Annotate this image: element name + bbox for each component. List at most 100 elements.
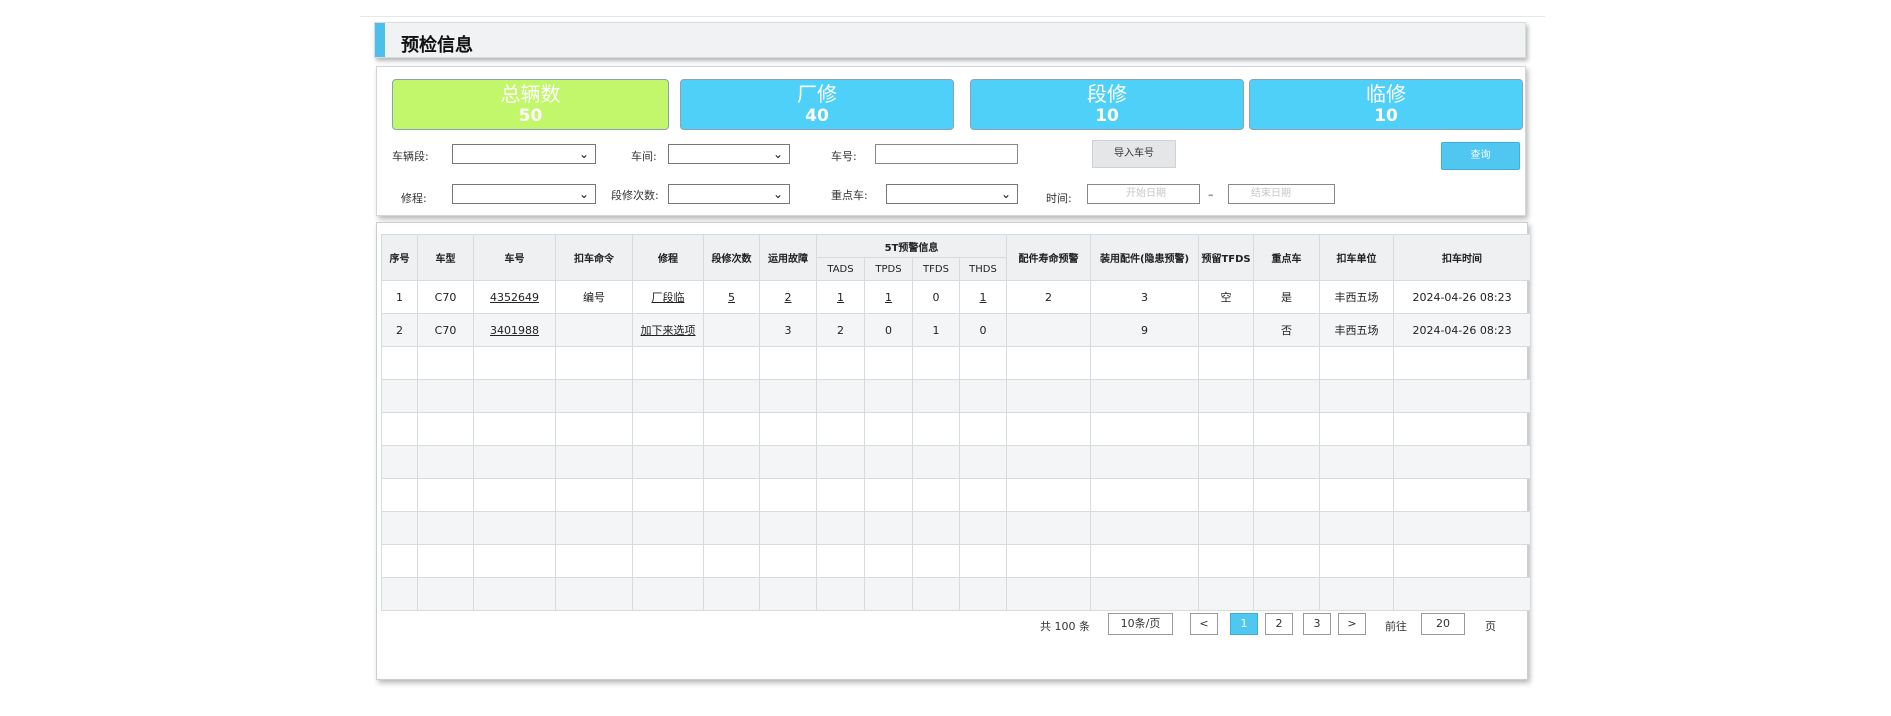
top-divider: [360, 16, 1545, 17]
car-no-label: 车号:: [831, 150, 857, 163]
cell-installed-parts: 3: [1090, 280, 1200, 314]
workshop-select[interactable]: ⌄: [668, 144, 790, 164]
cell-detain-unit: 丰西五场: [1319, 313, 1395, 347]
col-header-repair-count: 段修次数: [703, 234, 760, 281]
page-button-3[interactable]: 3: [1303, 613, 1331, 635]
cell-retained-tfds: 空: [1198, 280, 1255, 314]
page-suffix-label: 页: [1485, 620, 1496, 633]
col-header-installed-parts: 装用配件(隐患预警): [1090, 234, 1200, 281]
summary-card-title: 厂修: [797, 82, 837, 106]
cell-seq: 1: [381, 280, 418, 314]
depot-select[interactable]: ⌄: [452, 144, 596, 164]
repair-label: 修程:: [401, 192, 427, 205]
chevron-down-icon: ⌄: [772, 147, 783, 161]
key-car-select[interactable]: ⌄: [886, 184, 1018, 204]
cell-car-no-link[interactable]: 4352649: [473, 280, 556, 314]
repair-select[interactable]: ⌄: [452, 184, 596, 204]
cell-car-no-link[interactable]: 3401988: [473, 313, 556, 347]
col-header-op-fault: 运用故障: [759, 234, 817, 281]
col-header-seq: 序号: [381, 234, 418, 281]
col-header-5t-group: 5T预警信息: [815, 234, 1008, 258]
results-panel: 序号 车型 车号 扣车命令 修程 段修次数 运用故障 5T预警信息 配件寿命预警…: [376, 222, 1532, 680]
section-header: 预检信息: [374, 22, 1526, 58]
table-row-empty: [381, 544, 1532, 578]
col-header-tpds: TPDS: [864, 257, 913, 281]
cell-thds-link[interactable]: 1: [958, 280, 1008, 314]
chevron-down-icon: ⌄: [1000, 187, 1011, 201]
summary-card-value: 10: [1374, 106, 1398, 126]
end-date-input[interactable]: 结束日期: [1228, 184, 1335, 204]
col-header-repair: 修程: [632, 234, 704, 281]
table-header-row: 序号 车型 车号 扣车命令 修程 段修次数 运用故障 5T预警信息 配件寿命预警…: [381, 234, 1532, 281]
cell-installed-parts: 9: [1090, 313, 1200, 347]
cell-repair-count-link[interactable]: 5: [703, 280, 760, 314]
col-header-detain-cmd: 扣车命令: [555, 234, 633, 281]
cell-op-fault: 3: [759, 313, 817, 347]
cell-thds: 0: [958, 313, 1008, 347]
page-title: 预检信息: [401, 35, 473, 56]
table-row-empty: [381, 478, 1532, 512]
col-header-parts-life: 配件寿命预警: [1006, 234, 1092, 281]
prev-page-button[interactable]: <: [1190, 613, 1218, 635]
cell-key-car: 是: [1253, 280, 1321, 314]
cell-detain-unit: 丰西五场: [1319, 280, 1395, 314]
cell-key-car: 否: [1253, 313, 1321, 347]
page-button-2[interactable]: 2: [1265, 613, 1293, 635]
cell-tpds: 0: [864, 313, 913, 347]
cell-tpds-link[interactable]: 1: [864, 280, 913, 314]
cell-repair-count: [703, 313, 760, 347]
col-header-detain-time: 扣车时间: [1393, 234, 1532, 281]
time-label: 时间:: [1046, 192, 1072, 205]
goto-page-input[interactable]: 20: [1421, 613, 1465, 635]
depot-label: 车辆段:: [392, 150, 429, 163]
start-date-input[interactable]: 开始日期: [1087, 184, 1200, 204]
chevron-down-icon: ⌄: [578, 147, 589, 161]
pagination-total: 共 100 条: [1040, 620, 1090, 633]
summary-card-factory-repair[interactable]: 厂修 40: [680, 79, 954, 130]
car-no-input[interactable]: [875, 144, 1018, 164]
summary-card-total[interactable]: 总辆数 50: [392, 79, 669, 130]
workshop-label: 车间:: [631, 150, 657, 163]
summary-card-depot-repair[interactable]: 段修 10: [970, 79, 1244, 130]
table-row-empty: [381, 379, 1532, 413]
table-row-empty: [381, 346, 1532, 380]
col-header-car-no: 车号: [473, 234, 556, 281]
repair-count-label: 段修次数:: [611, 189, 659, 202]
next-page-button[interactable]: >: [1338, 613, 1366, 635]
table-row[interactable]: 1 C70 4352649 编号 厂段临 5 2 1 1 0 1 2 3 空 是…: [381, 280, 1532, 314]
summary-card-title: 段修: [1087, 82, 1127, 106]
summary-card-value: 10: [1095, 106, 1119, 126]
cell-repair-link[interactable]: 加下来选项: [632, 313, 704, 347]
chevron-down-icon: ⌄: [578, 187, 589, 201]
table-row-empty: [381, 445, 1532, 479]
cell-parts-life: [1006, 313, 1092, 347]
header-accent-bar: [375, 23, 385, 57]
col-header-key-car: 重点车: [1253, 234, 1321, 281]
cell-repair-link[interactable]: 厂段临: [632, 280, 704, 314]
table-row-empty: [381, 577, 1532, 611]
goto-label: 前往: [1385, 620, 1407, 633]
query-button[interactable]: 查询: [1441, 142, 1520, 170]
results-table: 序号 车型 车号 扣车命令 修程 段修次数 运用故障 5T预警信息 配件寿命预警…: [381, 234, 1532, 611]
page-button-1[interactable]: 1: [1230, 613, 1258, 635]
summary-card-title: 总辆数: [500, 82, 561, 106]
repair-count-select[interactable]: ⌄: [668, 184, 790, 204]
table-row[interactable]: 2 C70 3401988 加下来选项 3 2 0 1 0 9 否 丰西五场 2…: [381, 313, 1532, 347]
cell-tads: 2: [816, 313, 865, 347]
cell-type: C70: [417, 280, 474, 314]
start-date-placeholder: 开始日期: [1126, 188, 1166, 199]
col-header-detain-unit: 扣车单位: [1319, 234, 1395, 281]
cell-tfds: 1: [912, 313, 960, 347]
cell-tads-link[interactable]: 1: [816, 280, 865, 314]
summary-card-value: 40: [805, 106, 829, 126]
cell-retained-tfds: [1198, 313, 1255, 347]
cell-tfds: 0: [912, 280, 960, 314]
summary-filter-panel: 总辆数 50 厂修 40 段修 10 临修 10 车辆段: ⌄ 车间: ⌄ 车号…: [376, 66, 1526, 216]
cell-parts-life: 2: [1006, 280, 1092, 314]
page-size-select[interactable]: 10条/页: [1108, 613, 1173, 635]
col-header-thds: THDS: [958, 257, 1008, 281]
summary-card-temp-repair[interactable]: 临修 10: [1249, 79, 1523, 130]
import-car-no-button[interactable]: 导入车号: [1092, 140, 1176, 168]
cell-op-fault-link[interactable]: 2: [759, 280, 817, 314]
col-header-type: 车型: [417, 234, 474, 281]
